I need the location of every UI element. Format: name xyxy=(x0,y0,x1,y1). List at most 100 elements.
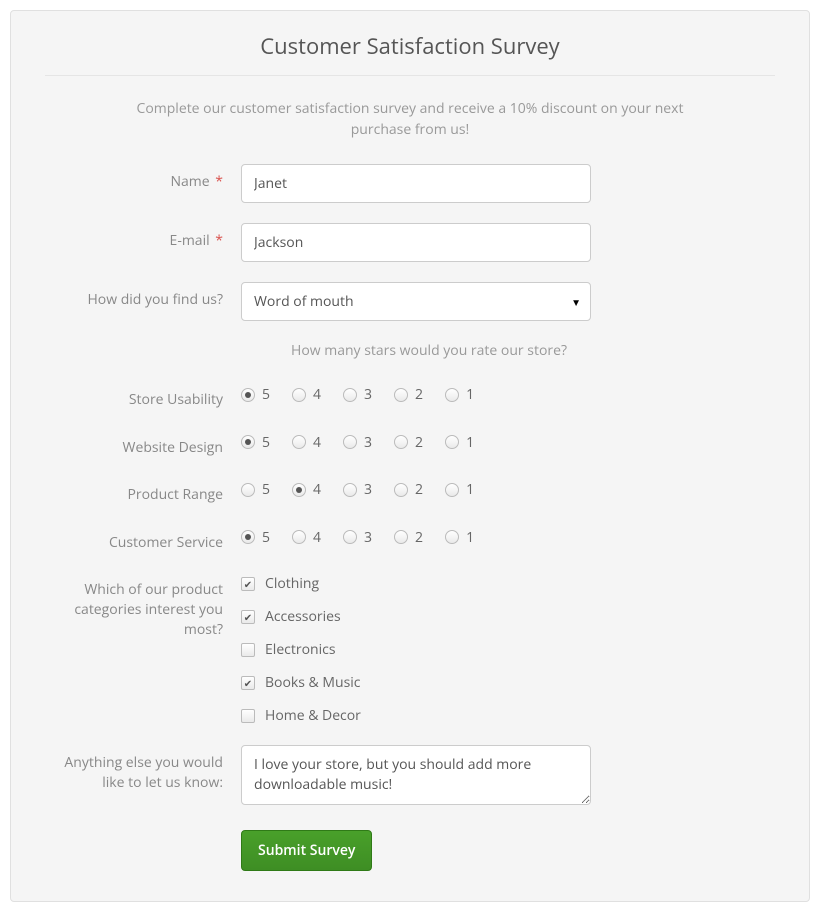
checkbox-input[interactable] xyxy=(241,709,255,723)
radio-label: 3 xyxy=(364,433,372,452)
radio-option[interactable]: 2 xyxy=(394,433,423,452)
radio-label: 4 xyxy=(313,480,321,499)
radio-input[interactable] xyxy=(241,435,255,449)
radio-input[interactable] xyxy=(343,435,357,449)
survey-card: Customer Satisfaction Survey Complete ou… xyxy=(10,10,810,902)
find-us-select[interactable]: Word of mouth xyxy=(241,282,591,321)
field-row-categories: Which of our product categories interest… xyxy=(41,572,779,725)
email-input[interactable] xyxy=(241,223,591,262)
radio-input[interactable] xyxy=(292,388,306,402)
radio-label: 3 xyxy=(364,385,372,404)
radio-option[interactable]: 4 xyxy=(292,528,321,547)
checkbox-label: Books & Music xyxy=(265,673,360,692)
categories-label: Which of our product categories interest… xyxy=(41,572,241,639)
checkbox-option[interactable]: Books & Music xyxy=(241,673,591,692)
checkbox-label: Accessories xyxy=(265,607,341,626)
radio-input[interactable] xyxy=(394,483,408,497)
rating-options: 5 4 3 2 1 xyxy=(241,525,474,547)
intro-text: Complete our customer satisfaction surve… xyxy=(130,98,690,140)
checkbox-option[interactable]: Electronics xyxy=(241,640,591,659)
comments-label: Anything else you would like to let us k… xyxy=(41,745,241,792)
checkbox-option[interactable]: Home & Decor xyxy=(241,706,591,725)
email-label-text: E-mail xyxy=(170,231,210,250)
rating-row: Website Design 5 4 3 2 1 xyxy=(41,430,779,458)
comments-textarea[interactable]: I love your store, but you should add mo… xyxy=(241,745,591,804)
radio-input[interactable] xyxy=(241,483,255,497)
radio-label: 1 xyxy=(466,433,474,452)
rating-options: 5 4 3 2 1 xyxy=(241,477,474,499)
rating-row: Store Usability54321 xyxy=(41,382,779,410)
radio-label: 2 xyxy=(415,528,423,547)
checkbox-label: Home & Decor xyxy=(265,706,361,725)
radio-label: 2 xyxy=(415,480,423,499)
radio-label: 4 xyxy=(313,528,321,547)
radio-option[interactable]: 3 xyxy=(343,528,372,547)
radio-option[interactable]: 5 xyxy=(241,385,270,404)
radio-option[interactable]: 1 xyxy=(445,385,474,404)
radio-input[interactable] xyxy=(394,388,408,402)
radio-label: 1 xyxy=(466,480,474,499)
radio-option[interactable]: 5 xyxy=(241,528,270,547)
checkbox-input[interactable] xyxy=(241,577,255,591)
checkbox-option[interactable]: Clothing xyxy=(241,574,591,593)
checkbox-option[interactable]: Accessories xyxy=(241,607,591,626)
radio-option[interactable]: 2 xyxy=(394,528,423,547)
radio-input[interactable] xyxy=(292,435,306,449)
radio-input[interactable] xyxy=(292,483,306,497)
radio-input[interactable] xyxy=(445,530,459,544)
radio-input[interactable] xyxy=(241,388,255,402)
radio-input[interactable] xyxy=(292,530,306,544)
rating-label: Website Design xyxy=(41,430,241,458)
radio-input[interactable] xyxy=(394,435,408,449)
radio-label: 2 xyxy=(415,385,423,404)
name-input[interactable] xyxy=(241,164,591,203)
radio-input[interactable] xyxy=(343,483,357,497)
page-title: Customer Satisfaction Survey xyxy=(45,31,775,76)
radio-input[interactable] xyxy=(241,530,255,544)
radio-input[interactable] xyxy=(394,530,408,544)
radio-input[interactable] xyxy=(445,483,459,497)
radio-label: 5 xyxy=(262,385,270,404)
radio-option[interactable]: 4 xyxy=(292,385,321,404)
checkbox-label: Clothing xyxy=(265,574,319,593)
required-marker: * xyxy=(212,231,223,250)
radio-option[interactable]: 5 xyxy=(241,433,270,452)
checkbox-label: Electronics xyxy=(265,640,336,659)
radio-label: 5 xyxy=(262,480,270,499)
rating-label: Customer Service xyxy=(41,525,241,553)
rating-options: 5 4 3 2 1 xyxy=(241,382,474,404)
radio-option[interactable]: 4 xyxy=(292,480,321,499)
radio-option[interactable]: 3 xyxy=(343,385,372,404)
radio-label: 4 xyxy=(313,385,321,404)
radio-option[interactable]: 1 xyxy=(445,433,474,452)
radio-option[interactable]: 2 xyxy=(394,385,423,404)
rating-row: Product Range54321 xyxy=(41,477,779,505)
field-row-name: Name * xyxy=(41,164,779,203)
radio-label: 1 xyxy=(466,528,474,547)
checkbox-input[interactable] xyxy=(241,643,255,657)
radio-label: 3 xyxy=(364,480,372,499)
radio-option[interactable]: 2 xyxy=(394,480,423,499)
submit-button[interactable]: Submit Survey xyxy=(241,830,372,871)
radio-label: 3 xyxy=(364,528,372,547)
radio-input[interactable] xyxy=(445,388,459,402)
radio-label: 2 xyxy=(415,433,423,452)
radio-input[interactable] xyxy=(343,530,357,544)
radio-option[interactable]: 3 xyxy=(343,480,372,499)
rating-header: How many stars would you rate our store? xyxy=(41,341,779,360)
field-row-email: E-mail * xyxy=(41,223,779,262)
radio-option[interactable]: 1 xyxy=(445,528,474,547)
name-label: Name * xyxy=(41,164,241,192)
radio-option[interactable]: 4 xyxy=(292,433,321,452)
checkbox-input[interactable] xyxy=(241,610,255,624)
radio-input[interactable] xyxy=(445,435,459,449)
checkbox-input[interactable] xyxy=(241,676,255,690)
radio-option[interactable]: 5 xyxy=(241,480,270,499)
radio-input[interactable] xyxy=(343,388,357,402)
radio-label: 5 xyxy=(262,433,270,452)
required-marker: * xyxy=(212,172,223,191)
radio-option[interactable]: 3 xyxy=(343,433,372,452)
name-label-text: Name xyxy=(170,172,209,191)
rating-row: Customer Service5 4 3 2 1 xyxy=(41,525,779,553)
radio-option[interactable]: 1 xyxy=(445,480,474,499)
